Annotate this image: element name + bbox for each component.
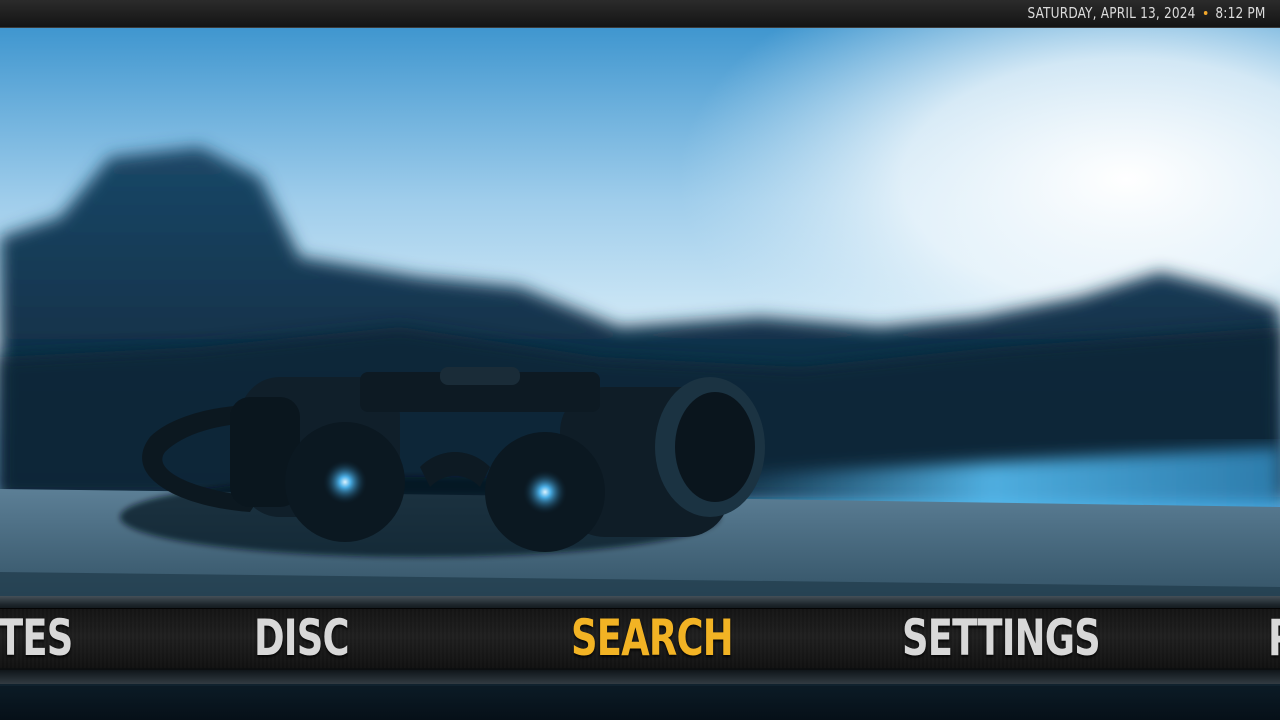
date-label: SATURDAY, APRIL 13, 2024	[1027, 4, 1196, 22]
bottom-shade	[0, 686, 1280, 720]
top-status-bar: SATURDAY, APRIL 13, 2024 8:12 PM	[0, 0, 1280, 28]
menu-item-settings[interactable]: SETTINGS	[902, 608, 1101, 668]
menu-item-favourites[interactable]: TES	[0, 608, 73, 668]
date-time-display: SATURDAY, APRIL 13, 2024 8:12 PM	[1028, 3, 1266, 23]
menu-item-power[interactable]: P	[1268, 608, 1280, 668]
separator-dot-icon	[1204, 11, 1208, 15]
main-menu-bar: TES DISC SEARCH SETTINGS P	[0, 596, 1280, 686]
menu-item-disc[interactable]: DISC	[254, 608, 350, 668]
menu-bar-bottom-rail	[0, 668, 1280, 684]
menu-item-search[interactable]: SEARCH	[571, 608, 734, 668]
kodi-home-screen: SATURDAY, APRIL 13, 2024 8:12 PM TES DIS…	[0, 0, 1280, 720]
time-label: 8:12 PM	[1215, 4, 1266, 22]
